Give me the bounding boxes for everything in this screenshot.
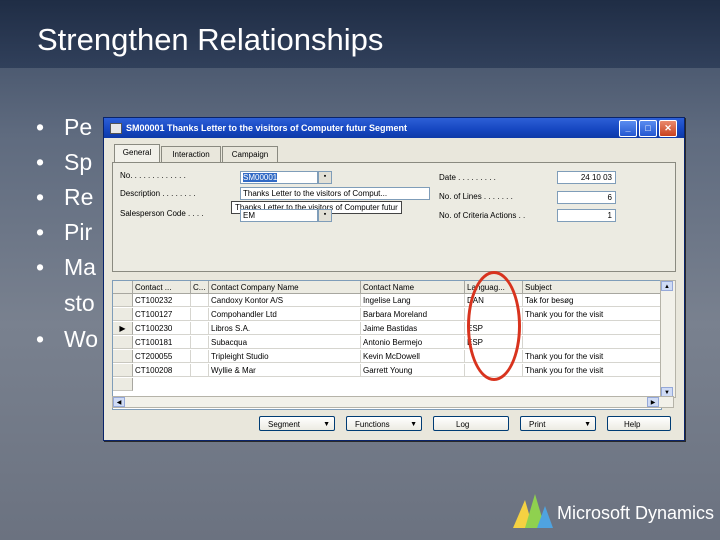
salesperson-field[interactable]: EM	[240, 209, 318, 222]
vertical-scrollbar[interactable]: ▲ ▼	[660, 280, 676, 398]
row-selector[interactable]	[113, 308, 133, 321]
dropdown-arrow-icon: ▼	[323, 421, 330, 428]
form-icon	[110, 123, 122, 134]
table-cell[interactable]	[191, 364, 209, 377]
current-row-marker-icon[interactable]: ▶	[113, 322, 133, 335]
minimize-icon[interactable]: _	[619, 120, 637, 137]
bullet-list: Pe Sp Re Pir Ma	[36, 114, 96, 289]
row-selector[interactable]	[113, 336, 133, 349]
table-cell[interactable]: Subacqua	[209, 336, 361, 349]
general-panel: No. . . . . . . . . . . . . SM00001 ▪ De…	[112, 162, 676, 272]
maximize-icon[interactable]: □	[639, 120, 657, 137]
row-selector[interactable]	[113, 378, 133, 391]
no-field[interactable]: SM00001	[240, 171, 318, 184]
row-selector[interactable]	[113, 294, 133, 307]
no-label: No. . . . . . . . . . . . .	[120, 171, 186, 180]
table-cell[interactable]: Tak for besøg	[523, 294, 661, 307]
date-label: Date . . . . . . . . .	[439, 173, 496, 182]
tab-general[interactable]: General	[114, 144, 160, 162]
segment-dialog: SM00001 Thanks Letter to the visitors of…	[103, 117, 685, 441]
dialog-caption: SM00001 Thanks Letter to the visitors of…	[126, 123, 408, 133]
table-cell[interactable]	[191, 294, 209, 307]
column-header[interactable]: Contact Name	[361, 281, 465, 294]
microsoft-dynamics-logo: Microsoft Dynamics	[511, 490, 715, 530]
table-cell[interactable]	[523, 336, 661, 349]
log-button[interactable]: Log	[433, 416, 509, 431]
help-button[interactable]: Help	[607, 416, 671, 431]
table-cell[interactable]: Thank you for the visit	[523, 350, 661, 363]
bullet-item: Pir	[36, 219, 96, 254]
table-cell[interactable]: Barbara Moreland	[361, 308, 465, 321]
column-header[interactable]: Contact Company Name	[209, 281, 361, 294]
bullet-item: Re	[36, 184, 96, 219]
functions-button[interactable]: Functions ▼	[346, 416, 422, 431]
horizontal-scrollbar[interactable]: ◀ ▶	[112, 396, 674, 408]
segment-button[interactable]: Segment ▼	[259, 416, 335, 431]
dropdown-arrow-icon: ▼	[410, 421, 417, 428]
dropdown-arrow-icon: ▼	[584, 421, 591, 428]
table-cell[interactable]: CT100127	[133, 308, 191, 321]
print-button[interactable]: Print ▼	[520, 416, 596, 431]
table-cell[interactable]: Ingelise Lang	[361, 294, 465, 307]
highlight-circle	[467, 271, 521, 381]
table-cell[interactable]	[191, 336, 209, 349]
bullet-item: Ma	[36, 254, 96, 289]
table-cell[interactable]: Compohandler Ltd	[209, 308, 361, 321]
description-label: Description . . . . . . . .	[120, 189, 196, 198]
row-selector[interactable]	[113, 350, 133, 363]
table-cell[interactable]: CT100181	[133, 336, 191, 349]
scroll-left-icon[interactable]: ◀	[113, 397, 125, 407]
dialog-title-bar[interactable]: SM00001 Thanks Letter to the visitors of…	[104, 118, 684, 138]
lookup-icon[interactable]: ▪	[318, 171, 332, 184]
bullet-item: Pe	[36, 114, 96, 149]
criteria-label: No. of Criteria Actions . .	[439, 211, 526, 220]
bullet-item: Sp	[36, 149, 96, 184]
bullet-item: Wo	[36, 326, 98, 353]
table-cell[interactable]	[523, 322, 661, 335]
row-selector[interactable]	[113, 364, 133, 377]
table-cell[interactable]	[191, 308, 209, 321]
slide-title: Strengthen Relationships	[37, 22, 384, 57]
table-cell[interactable]: CT100208	[133, 364, 191, 377]
table-cell[interactable]: Thank you for the visit	[523, 364, 661, 377]
criteria-field: 1	[557, 209, 616, 222]
table-cell[interactable]: Jaime Bastidas	[361, 322, 465, 335]
description-field[interactable]: Thanks Letter to the visitors of Comput.…	[240, 187, 430, 200]
scroll-up-icon[interactable]: ▲	[661, 281, 673, 291]
table-cell[interactable]: CT100230	[133, 322, 191, 335]
table-cell[interactable]: Kevin McDowell	[361, 350, 465, 363]
bullet-continuation: sto	[64, 290, 95, 316]
logo-text: Microsoft Dynamics	[557, 503, 715, 523]
date-field[interactable]: 24 10 03	[557, 171, 616, 184]
lookup-icon[interactable]: ▪	[318, 209, 332, 222]
table-cell[interactable]: Tripleight Studio	[209, 350, 361, 363]
column-header[interactable]: Subject	[523, 281, 661, 294]
table-cell[interactable]: Thank you for the visit	[523, 308, 661, 321]
table-cell[interactable]: Candoxy Kontor A/S	[209, 294, 361, 307]
dynamics-logo-icon	[513, 494, 553, 528]
table-cell[interactable]: Antonio Bermejo	[361, 336, 465, 349]
lines-label: No. of Lines . . . . . . .	[439, 192, 513, 201]
table-cell[interactable]: CT200055	[133, 350, 191, 363]
column-header[interactable]: Contact ...	[133, 281, 191, 294]
salesperson-label: Salesperson Code . . . .	[120, 209, 204, 218]
column-header[interactable]: C...	[191, 281, 209, 294]
scroll-right-icon[interactable]: ▶	[647, 397, 659, 407]
close-icon[interactable]: ✕	[659, 120, 677, 137]
table-cell[interactable]: CT100232	[133, 294, 191, 307]
table-cell[interactable]: Wyllie & Mar	[209, 364, 361, 377]
tab-campaign[interactable]: Campaign	[222, 146, 278, 162]
lines-field: 6	[557, 191, 616, 204]
table-cell[interactable]	[191, 350, 209, 363]
table-cell[interactable]	[191, 322, 209, 335]
row-header-corner	[113, 281, 133, 294]
table-cell[interactable]: Garrett Young	[361, 364, 465, 377]
table-cell[interactable]: Libros S.A.	[209, 322, 361, 335]
tab-interaction[interactable]: Interaction	[161, 146, 221, 162]
segment-lines-table: Contact ... C... Contact Company Name Co…	[112, 280, 662, 410]
